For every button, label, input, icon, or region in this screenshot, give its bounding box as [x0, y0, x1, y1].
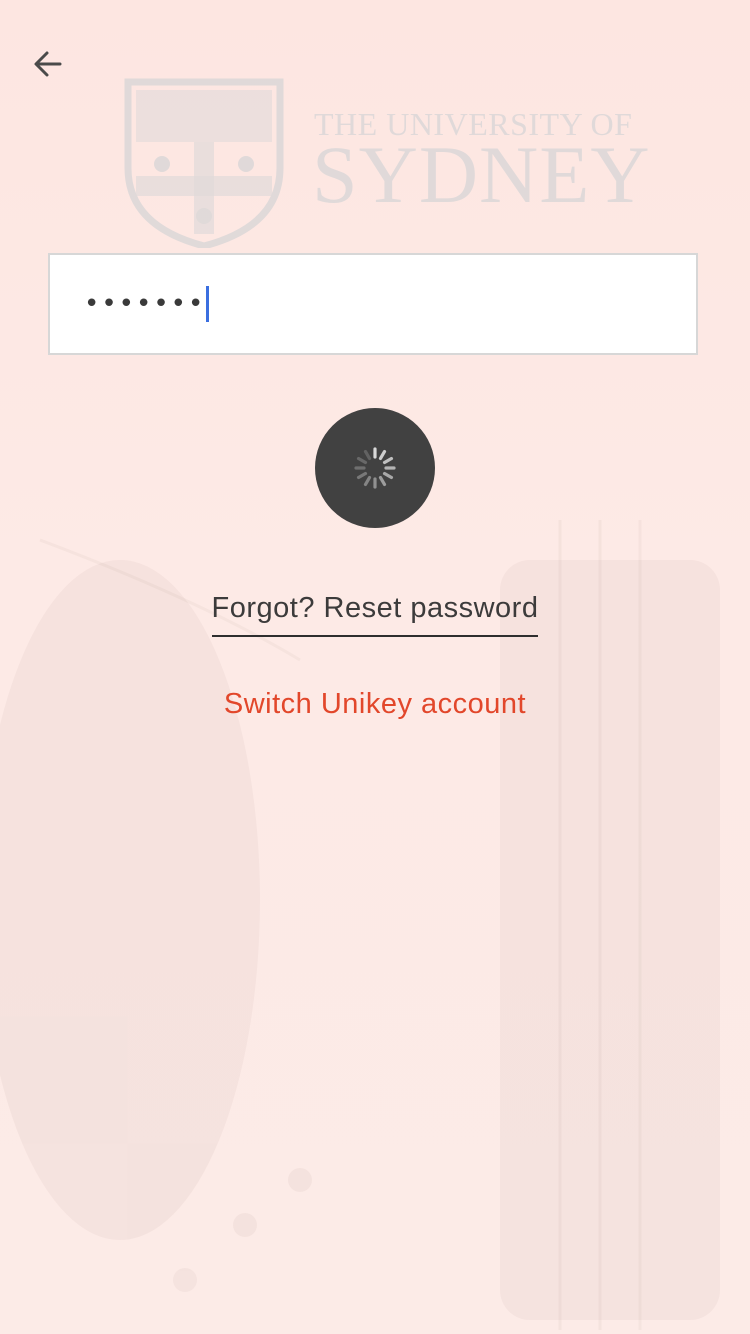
submit-button[interactable]	[315, 408, 435, 528]
logo-text-main: SYDNEY	[312, 129, 651, 220]
password-field[interactable]: •••••••	[48, 253, 698, 355]
arrow-left-icon	[34, 51, 62, 77]
reset-password-link[interactable]: Forgot? Reset password	[0, 592, 750, 637]
reset-password-label: Forgot? Reset password	[211, 592, 539, 637]
crest-icon	[124, 78, 284, 248]
university-logo: THE UNIVERSITY OF SYDNEY	[122, 76, 650, 252]
loading-spinner-icon	[354, 447, 396, 489]
back-button[interactable]	[26, 42, 70, 86]
text-caret	[206, 286, 210, 322]
password-value: •••••••	[84, 289, 206, 319]
switch-account-link[interactable]: Switch Unikey account	[0, 688, 750, 721]
